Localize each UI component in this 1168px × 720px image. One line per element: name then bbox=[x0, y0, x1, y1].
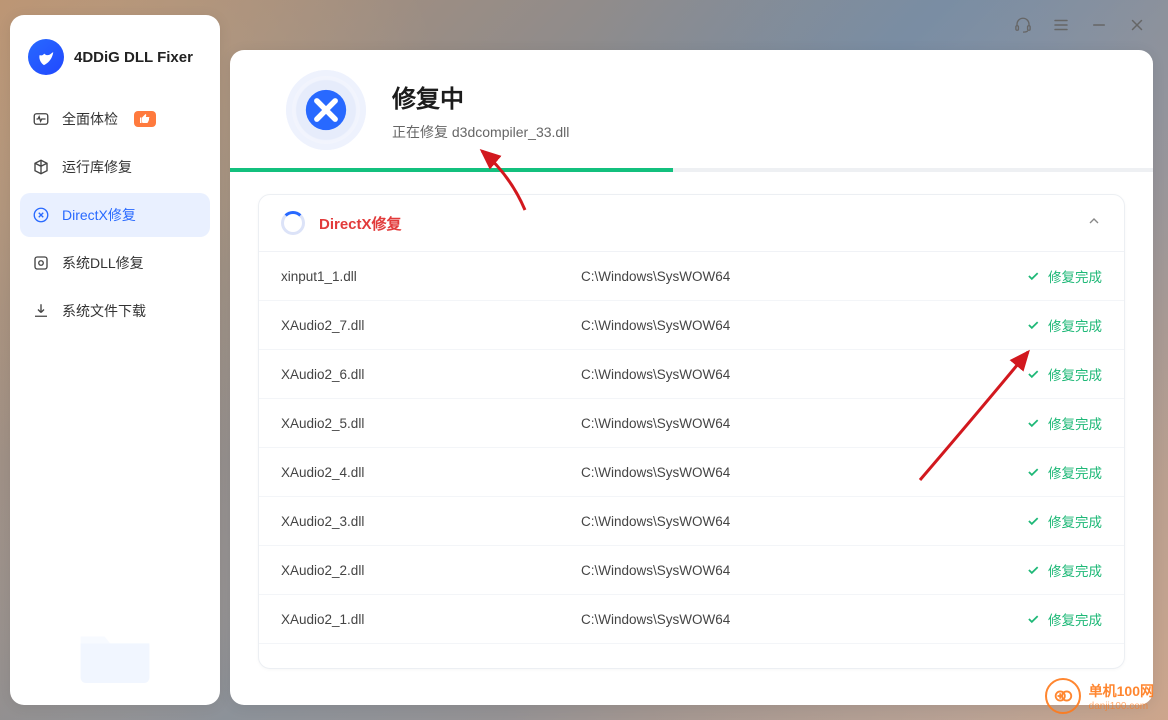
row-status: 修复完成 bbox=[982, 560, 1102, 580]
file-path: C:\Windows\SysWOW64 bbox=[581, 612, 982, 627]
directx-status-icon bbox=[286, 70, 366, 150]
repair-panel-title: DirectX修复 bbox=[319, 213, 402, 234]
row-status: 修复完成 bbox=[982, 511, 1102, 531]
file-name: XAudio2_5.dll bbox=[281, 416, 581, 431]
check-icon bbox=[1026, 465, 1040, 479]
row-status-label: 修复完成 bbox=[1048, 609, 1102, 629]
file-path: C:\Windows\SysWOW64 bbox=[581, 367, 982, 382]
repair-panel-header[interactable]: DirectX修复 bbox=[259, 195, 1124, 252]
cube-icon bbox=[32, 254, 50, 272]
check-icon bbox=[1026, 612, 1040, 626]
repair-rows[interactable]: xinput1_1.dllC:\Windows\SysWOW64修复完成XAud… bbox=[259, 252, 1124, 668]
check-icon bbox=[1026, 563, 1040, 577]
file-path: C:\Windows\SysWOW64 bbox=[581, 269, 982, 284]
status-title: 修复中 bbox=[392, 79, 569, 114]
status-prefix: 正在修复 bbox=[392, 124, 452, 140]
row-status: 修复完成 bbox=[982, 364, 1102, 384]
chevron-up-icon[interactable] bbox=[1086, 213, 1102, 234]
sidebar-item-label: 系统文件下载 bbox=[62, 301, 146, 321]
row-status: 修复完成 bbox=[982, 413, 1102, 433]
row-status-label: 修复完成 bbox=[1048, 462, 1102, 482]
heartbeat-icon bbox=[32, 110, 50, 128]
support-headset-icon[interactable] bbox=[1012, 14, 1034, 36]
table-row: xinput1_1.dllC:\Windows\SysWOW64 修复完成 bbox=[259, 252, 1124, 301]
table-row: XAudio2_2.dllC:\Windows\SysWOW64 修复完成 bbox=[259, 546, 1124, 595]
sidebar-item-label: DirectX修复 bbox=[62, 205, 136, 225]
status-subtitle: 正在修复 d3dcompiler_33.dll bbox=[392, 122, 569, 142]
file-name: XAudio2_3.dll bbox=[281, 514, 581, 529]
sidebar: 4DDiG DLL Fixer 全面体检 运行库修复 DirectX修复 系统D… bbox=[10, 15, 220, 705]
file-name: XAudio2_1.dll bbox=[281, 612, 581, 627]
row-status-label: 修复完成 bbox=[1048, 560, 1102, 580]
brand: 4DDiG DLL Fixer bbox=[20, 39, 210, 97]
main-panel: 修复中 正在修复 d3dcompiler_33.dll DirectX修复 xi… bbox=[230, 50, 1153, 705]
spinner-icon bbox=[281, 211, 305, 235]
menu-icon[interactable] bbox=[1050, 14, 1072, 36]
thumbs-up-badge bbox=[134, 111, 156, 127]
package-icon bbox=[32, 158, 50, 176]
brand-logo bbox=[28, 39, 64, 75]
file-name: XAudio2_6.dll bbox=[281, 367, 581, 382]
watermark-url: danji100.com bbox=[1089, 701, 1154, 712]
table-row: XAudio2_4.dllC:\Windows\SysWOW64 修复完成 bbox=[259, 448, 1124, 497]
repair-panel: DirectX修复 xinput1_1.dllC:\Windows\SysWOW… bbox=[258, 194, 1125, 669]
close-circle-icon bbox=[32, 206, 50, 224]
sidebar-item-runtime-fix[interactable]: 运行库修复 bbox=[20, 145, 210, 189]
app-window: 4DDiG DLL Fixer 全面体检 运行库修复 DirectX修复 系统D… bbox=[0, 0, 1168, 720]
status-current-file: d3dcompiler_33.dll bbox=[452, 124, 570, 140]
file-path: C:\Windows\SysWOW64 bbox=[581, 514, 982, 529]
status-header: 修复中 正在修复 d3dcompiler_33.dll bbox=[230, 50, 1153, 168]
file-name: XAudio2_4.dll bbox=[281, 465, 581, 480]
progress-bar bbox=[230, 168, 1153, 172]
table-row: XAudio2_3.dllC:\Windows\SysWOW64 修复完成 bbox=[259, 497, 1124, 546]
sidebar-item-directx-fix[interactable]: DirectX修复 bbox=[20, 193, 210, 237]
table-row: XAudio2_6.dllC:\Windows\SysWOW64 修复完成 bbox=[259, 350, 1124, 399]
sidebar-folder-decoration bbox=[20, 617, 210, 687]
file-path: C:\Windows\SysWOW64 bbox=[581, 465, 982, 480]
status-texts: 修复中 正在修复 d3dcompiler_33.dll bbox=[392, 79, 569, 142]
file-path: C:\Windows\SysWOW64 bbox=[581, 563, 982, 578]
download-icon bbox=[32, 302, 50, 320]
row-status-label: 修复完成 bbox=[1048, 266, 1102, 286]
app-title: 4DDiG DLL Fixer bbox=[74, 49, 193, 66]
row-status: 修复完成 bbox=[982, 315, 1102, 335]
sidebar-item-label: 系统DLL修复 bbox=[62, 253, 144, 273]
check-icon bbox=[1026, 269, 1040, 283]
sidebar-item-label: 运行库修复 bbox=[62, 157, 132, 177]
row-status: 修复完成 bbox=[982, 266, 1102, 286]
check-icon bbox=[1026, 318, 1040, 332]
row-status-label: 修复完成 bbox=[1048, 315, 1102, 335]
row-status: 修复完成 bbox=[982, 609, 1102, 629]
row-status-label: 修复完成 bbox=[1048, 511, 1102, 531]
check-icon bbox=[1026, 367, 1040, 381]
table-row: XAudio2_5.dllC:\Windows\SysWOW64 修复完成 bbox=[259, 399, 1124, 448]
row-status: 修复完成 bbox=[982, 462, 1102, 482]
sidebar-item-system-dll-fix[interactable]: 系统DLL修复 bbox=[20, 241, 210, 285]
close-button[interactable] bbox=[1126, 14, 1148, 36]
sidebar-item-system-file-download[interactable]: 系统文件下载 bbox=[20, 289, 210, 333]
watermark-brand: 单机100网 bbox=[1089, 683, 1154, 699]
sidebar-nav: 全面体检 运行库修复 DirectX修复 系统DLL修复 系统文件下载 bbox=[20, 97, 210, 333]
row-status-label: 修复完成 bbox=[1048, 413, 1102, 433]
file-name: xinput1_1.dll bbox=[281, 269, 581, 284]
file-path: C:\Windows\SysWOW64 bbox=[581, 318, 982, 333]
watermark-logo bbox=[1045, 678, 1081, 714]
check-icon bbox=[1026, 416, 1040, 430]
table-row: XAudio2_1.dllC:\Windows\SysWOW64 修复完成 bbox=[259, 595, 1124, 644]
check-icon bbox=[1026, 514, 1040, 528]
progress-fill bbox=[230, 168, 673, 172]
row-status-label: 修复完成 bbox=[1048, 364, 1102, 384]
file-name: XAudio2_7.dll bbox=[281, 318, 581, 333]
file-name: XAudio2_2.dll bbox=[281, 563, 581, 578]
minimize-button[interactable] bbox=[1088, 14, 1110, 36]
file-path: C:\Windows\SysWOW64 bbox=[581, 416, 982, 431]
sidebar-item-full-scan[interactable]: 全面体检 bbox=[20, 97, 210, 141]
sidebar-item-label: 全面体检 bbox=[62, 109, 118, 129]
watermark: 单机100网 danji100.com bbox=[1045, 678, 1154, 714]
table-row: XAudio2_7.dllC:\Windows\SysWOW64 修复完成 bbox=[259, 301, 1124, 350]
